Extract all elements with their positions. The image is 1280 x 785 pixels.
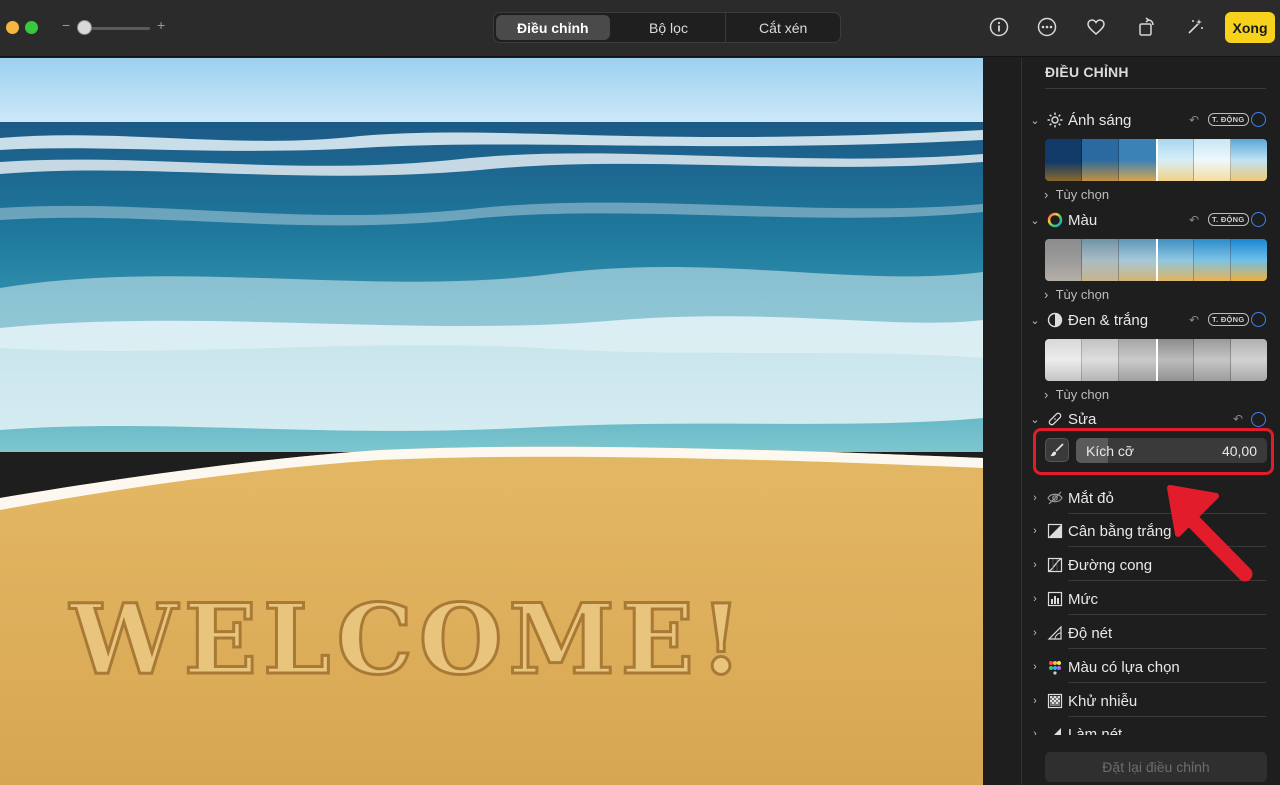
heart-icon[interactable] [1085,16,1107,38]
color-options-toggle[interactable]: › Tùy chọn [1044,287,1109,302]
zoom-slider-knob[interactable] [77,20,92,35]
curves-icon [1046,556,1064,574]
zoom-out-icon[interactable]: − [62,17,70,33]
annotation-arrow-icon [1167,485,1253,582]
chevron-right-icon[interactable]: › [1028,661,1042,673]
more-icon[interactable] [1036,16,1058,38]
auto-button[interactable]: T. ĐỘNG [1208,113,1249,126]
section-sharpen-label: Làm nét [1068,725,1123,736]
brush-size-slider[interactable]: Kích cỡ 40,00 [1076,438,1267,463]
chevron-right-icon[interactable]: › [1028,728,1042,735]
minimize-window-button[interactable] [6,21,19,34]
black-white-filmstrip[interactable] [1045,339,1267,381]
section-selective-color-label: Màu có lựa chọn [1068,658,1180,676]
section-black-white-label: Đen & trắng [1068,311,1149,329]
black-white-options-label: Tùy chọn [1055,387,1110,402]
section-definition[interactable]: › Độ nét [1028,622,1268,644]
definition-icon [1046,624,1064,642]
section-retouch[interactable]: ⌄ Sửa [1028,408,1268,430]
chevron-down-icon[interactable]: ⌄ [1028,214,1042,227]
light-filmstrip[interactable] [1045,139,1267,181]
tab-crop[interactable]: Cắt xén [726,13,840,42]
magic-wand-icon[interactable] [1184,16,1206,38]
bandage-icon [1046,410,1064,428]
divider [1045,88,1266,89]
section-definition-label: Độ nét [1068,624,1113,642]
chevron-down-icon[interactable]: ⌄ [1028,314,1042,327]
undo-icon[interactable]: ↶ [1189,313,1199,327]
chevron-right-icon: › [1044,287,1049,302]
section-curves-label: Đường cong [1068,556,1153,574]
edit-mode-segmented-control: Điều chỉnh Bộ lọc Cắt xén [493,12,841,43]
color-wheel-icon [1046,211,1064,229]
retouch-toggle[interactable] [1251,412,1266,427]
section-red-eye-label: Mắt đỏ [1068,489,1114,507]
chevron-right-icon[interactable]: › [1028,559,1042,571]
section-levels[interactable]: › Mức [1028,588,1268,610]
sidebar-divider [1021,58,1022,785]
beach-photo[interactable]: WELCOME! [0,58,983,785]
chevron-right-icon[interactable]: › [1028,593,1042,605]
chevron-down-icon[interactable]: ⌄ [1028,413,1042,426]
chevron-right-icon[interactable]: › [1028,492,1042,504]
divider [1068,648,1266,649]
sun-icon [1046,111,1064,129]
zoom-in-icon[interactable]: + [157,17,165,33]
light-options-toggle[interactable]: › Tùy chọn [1044,187,1109,202]
auto-button[interactable]: T. ĐỘNG [1208,213,1249,226]
black-white-options-toggle[interactable]: › Tùy chọn [1044,387,1109,402]
beach-image: WELCOME! [0,58,983,785]
eye-icon [1046,489,1064,507]
section-color-label: Màu [1068,211,1098,229]
divider [1068,682,1266,683]
noise-reduction-icon [1046,692,1064,710]
chevron-right-icon[interactable]: › [1028,627,1042,639]
chevron-right-icon: › [1044,187,1049,202]
section-retouch-label: Sửa [1068,410,1097,428]
levels-icon [1046,590,1064,608]
partial-row-clip: › Làm nét [1028,720,1268,735]
tab-filters[interactable]: Bộ lọc [612,13,727,42]
color-filmstrip[interactable] [1045,239,1267,281]
section-noise-reduction-label: Khử nhiễu [1068,692,1138,710]
divider [1068,716,1266,717]
chevron-right-icon: › [1044,387,1049,402]
sidebar-title: ĐIỀU CHỈNH [1045,64,1129,80]
brush-size-label: Kích cỡ [1086,443,1135,459]
black-white-toggle[interactable] [1251,312,1266,327]
light-toggle[interactable] [1251,112,1266,127]
done-button[interactable]: Xong [1225,12,1275,43]
chevron-right-icon[interactable]: › [1028,525,1042,537]
light-options-label: Tùy chọn [1055,187,1110,202]
sand-writing: WELCOME! [69,583,748,696]
brush-size-value: 40,00 [1221,443,1257,459]
undo-icon[interactable]: ↶ [1233,412,1243,426]
chevron-down-icon[interactable]: ⌄ [1028,114,1042,127]
section-noise-reduction[interactable]: › Khử nhiễu [1028,690,1268,712]
chevron-right-icon[interactable]: › [1028,695,1042,707]
sharpen-icon [1046,725,1064,735]
reset-adjustments-button[interactable]: Đặt lại điều chỉnh [1045,752,1267,782]
section-light-label: Ánh sáng [1068,111,1132,129]
auto-button[interactable]: T. ĐỘNG [1208,313,1249,326]
section-selective-color[interactable]: › Màu có lựa chọn [1028,656,1268,678]
toolbar: − + Điều chỉnh Bộ lọc Cắt xén Xong [0,0,1280,57]
white-balance-icon [1046,522,1064,540]
half-circle-icon [1046,311,1064,329]
info-icon[interactable] [988,16,1010,38]
rotate-icon[interactable] [1136,16,1158,38]
divider [1068,614,1266,615]
section-levels-label: Mức [1068,590,1099,608]
selective-color-icon [1046,658,1064,676]
undo-icon[interactable]: ↶ [1189,213,1199,227]
zoom-window-button[interactable] [25,21,38,34]
color-toggle[interactable] [1251,212,1266,227]
color-options-label: Tùy chọn [1055,287,1110,302]
section-sharpen[interactable]: › Làm nét [1028,723,1268,735]
brush-button[interactable] [1045,438,1069,462]
photos-edit-window: − + Điều chỉnh Bộ lọc Cắt xén Xong WELCO… [0,0,1280,785]
brush-icon [1050,443,1064,457]
undo-icon[interactable]: ↶ [1189,113,1199,127]
tab-adjust[interactable]: Điều chỉnh [496,15,610,40]
